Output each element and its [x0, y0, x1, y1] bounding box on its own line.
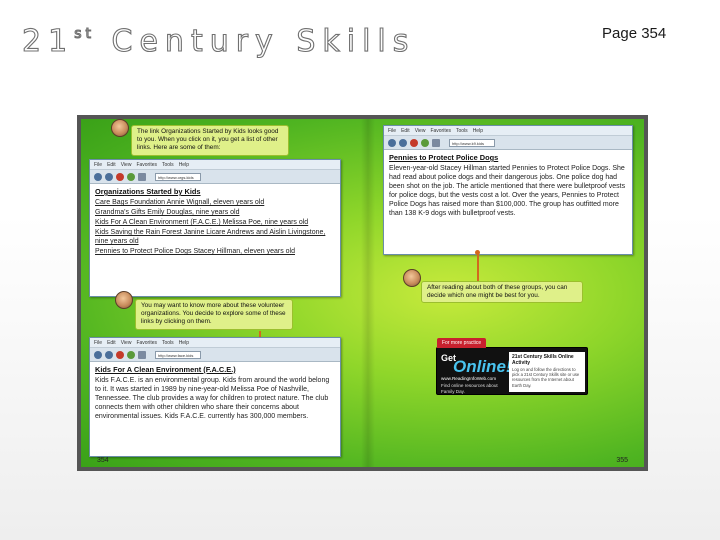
slide-title-text: Century Skills — [111, 23, 416, 59]
link-rain-forest[interactable]: Kids Saving the Rain Forest Janine Licar… — [95, 228, 335, 246]
link-kids-face[interactable]: Kids For A Clean Environment (F.A.C.E.) … — [95, 218, 335, 227]
stop-icon[interactable] — [116, 350, 124, 359]
browser-window-face: File Edit View Favorites Tools Help http://ww… — [89, 337, 341, 457]
menu-tools[interactable]: Tools — [162, 340, 174, 346]
menu-file[interactable]: File — [94, 162, 102, 168]
home-icon[interactable] — [432, 138, 440, 147]
browser3-content: Pennies to Protect Police Dogs Eleven-ye… — [384, 150, 632, 221]
textbook-spread-background: The link Organizations Started by Kids l… — [81, 119, 644, 467]
page-reference: Page 354 — [602, 25, 667, 42]
callout-organizations: The link Organizations Started by Kids l… — [131, 125, 289, 156]
menu-edit[interactable]: Edit — [107, 162, 116, 168]
slide-title: 21st Century Skills — [21, 16, 416, 60]
stop-icon[interactable] — [410, 138, 418, 147]
online-tab-label: For more practice — [437, 338, 487, 348]
back-icon[interactable] — [94, 172, 102, 181]
menu-tools[interactable]: Tools — [456, 128, 468, 134]
slide-title-number: 21 — [21, 23, 75, 59]
forward-icon[interactable] — [399, 138, 407, 147]
browser3-toolbar: http://www.k9.kids — [384, 136, 632, 150]
face-article-text: Kids F.A.C.E. is an environmental group.… — [95, 377, 330, 420]
menu-edit[interactable]: Edit — [107, 340, 116, 346]
browser2-content: Kids For A Clean Environment (F.A.C.E.) … — [90, 362, 340, 424]
menu-view[interactable]: View — [415, 128, 426, 134]
forward-icon[interactable] — [105, 172, 113, 181]
browser1-menubar: File Edit View Favorites Tools Help — [90, 160, 340, 170]
stop-icon[interactable] — [116, 172, 124, 181]
online-activity-title: 21st Century Skills Online Activity — [512, 354, 574, 366]
get-online-box[interactable]: For more practice Get Online! www.Readin… — [436, 338, 588, 395]
organizations-heading: Organizations Started by Kids — [95, 187, 201, 196]
menu-edit[interactable]: Edit — [401, 128, 410, 134]
address-bar[interactable]: http://www.face.kids — [155, 350, 201, 359]
mascot-avatar-middle — [115, 291, 133, 309]
browser1-content: Organizations Started by Kids Care Bags … — [90, 184, 340, 260]
online-url[interactable]: www.ReadingInfoWeb.com — [441, 376, 496, 381]
textbook-spread-image: The link Organizations Started by Kids l… — [77, 115, 648, 471]
browser-window-organizations: File Edit View Favorites Tools Help http://ww… — [89, 159, 341, 297]
browser2-toolbar: http://www.face.kids — [90, 348, 340, 362]
forward-icon[interactable] — [105, 350, 113, 359]
online-activity-body: Log on and follow the directions to pick… — [512, 367, 580, 388]
online-activity-panel: 21st Century Skills Online Activity Log … — [509, 352, 585, 392]
menu-favorites[interactable]: Favorites — [430, 128, 451, 134]
back-icon[interactable] — [388, 138, 396, 147]
face-heading: Kids For A Clean Environment (F.A.C.E.) — [95, 365, 236, 374]
online-subtext: Find online resources about Family Day. — [441, 383, 498, 394]
police-dogs-heading: Pennies to Protect Police Dogs — [389, 153, 499, 162]
online-logo-text: Online! — [453, 357, 512, 376]
menu-help[interactable]: Help — [473, 128, 483, 134]
menu-favorites[interactable]: Favorites — [136, 162, 157, 168]
link-care-bags[interactable]: Care Bags Foundation Annie Wignall, elev… — [95, 198, 335, 207]
menu-view[interactable]: View — [121, 162, 132, 168]
browser-window-police-dogs: File Edit View Favorites Tools Help http://ww… — [383, 125, 633, 255]
home-icon[interactable] — [138, 172, 146, 181]
menu-tools[interactable]: Tools — [162, 162, 174, 168]
address-bar[interactable]: http://www.k9.kids — [449, 138, 495, 147]
browser2-menubar: File Edit View Favorites Tools Help — [90, 338, 340, 348]
menu-view[interactable]: View — [121, 340, 132, 346]
callout-dot-3 — [475, 250, 480, 255]
mascot-avatar-right — [403, 269, 421, 287]
back-icon[interactable] — [94, 350, 102, 359]
slide-title-superscript: st — [74, 25, 95, 42]
browser1-toolbar: http://www.orgs.kids — [90, 170, 340, 184]
menu-help[interactable]: Help — [179, 162, 189, 168]
menu-file[interactable]: File — [94, 340, 102, 346]
left-page-number: 354 — [97, 457, 109, 464]
book-spine — [361, 119, 375, 467]
refresh-icon[interactable] — [127, 172, 135, 181]
right-page-number: 355 — [616, 457, 628, 464]
callout-explore: You may want to know more about these vo… — [135, 299, 293, 330]
police-dogs-article-text: Eleven-year-old Stacey Hillman started P… — [389, 165, 626, 217]
menu-favorites[interactable]: Favorites — [136, 340, 157, 346]
callout-decide: After reading about both of these groups… — [421, 281, 583, 304]
browser3-menubar: File Edit View Favorites Tools Help — [384, 126, 632, 136]
menu-help[interactable]: Help — [179, 340, 189, 346]
refresh-icon[interactable] — [421, 138, 429, 147]
address-bar[interactable]: http://www.orgs.kids — [155, 172, 201, 181]
home-icon[interactable] — [138, 350, 146, 359]
callout-pointer-3 — [477, 253, 479, 281]
refresh-icon[interactable] — [127, 350, 135, 359]
link-pennies-police-dogs[interactable]: Pennies to Protect Police Dogs Stacey Hi… — [95, 247, 335, 256]
mascot-avatar-top — [111, 119, 129, 137]
link-grandmas-gifts[interactable]: Grandma's Gifts Emily Douglas, nine year… — [95, 208, 335, 217]
menu-file[interactable]: File — [388, 128, 396, 134]
